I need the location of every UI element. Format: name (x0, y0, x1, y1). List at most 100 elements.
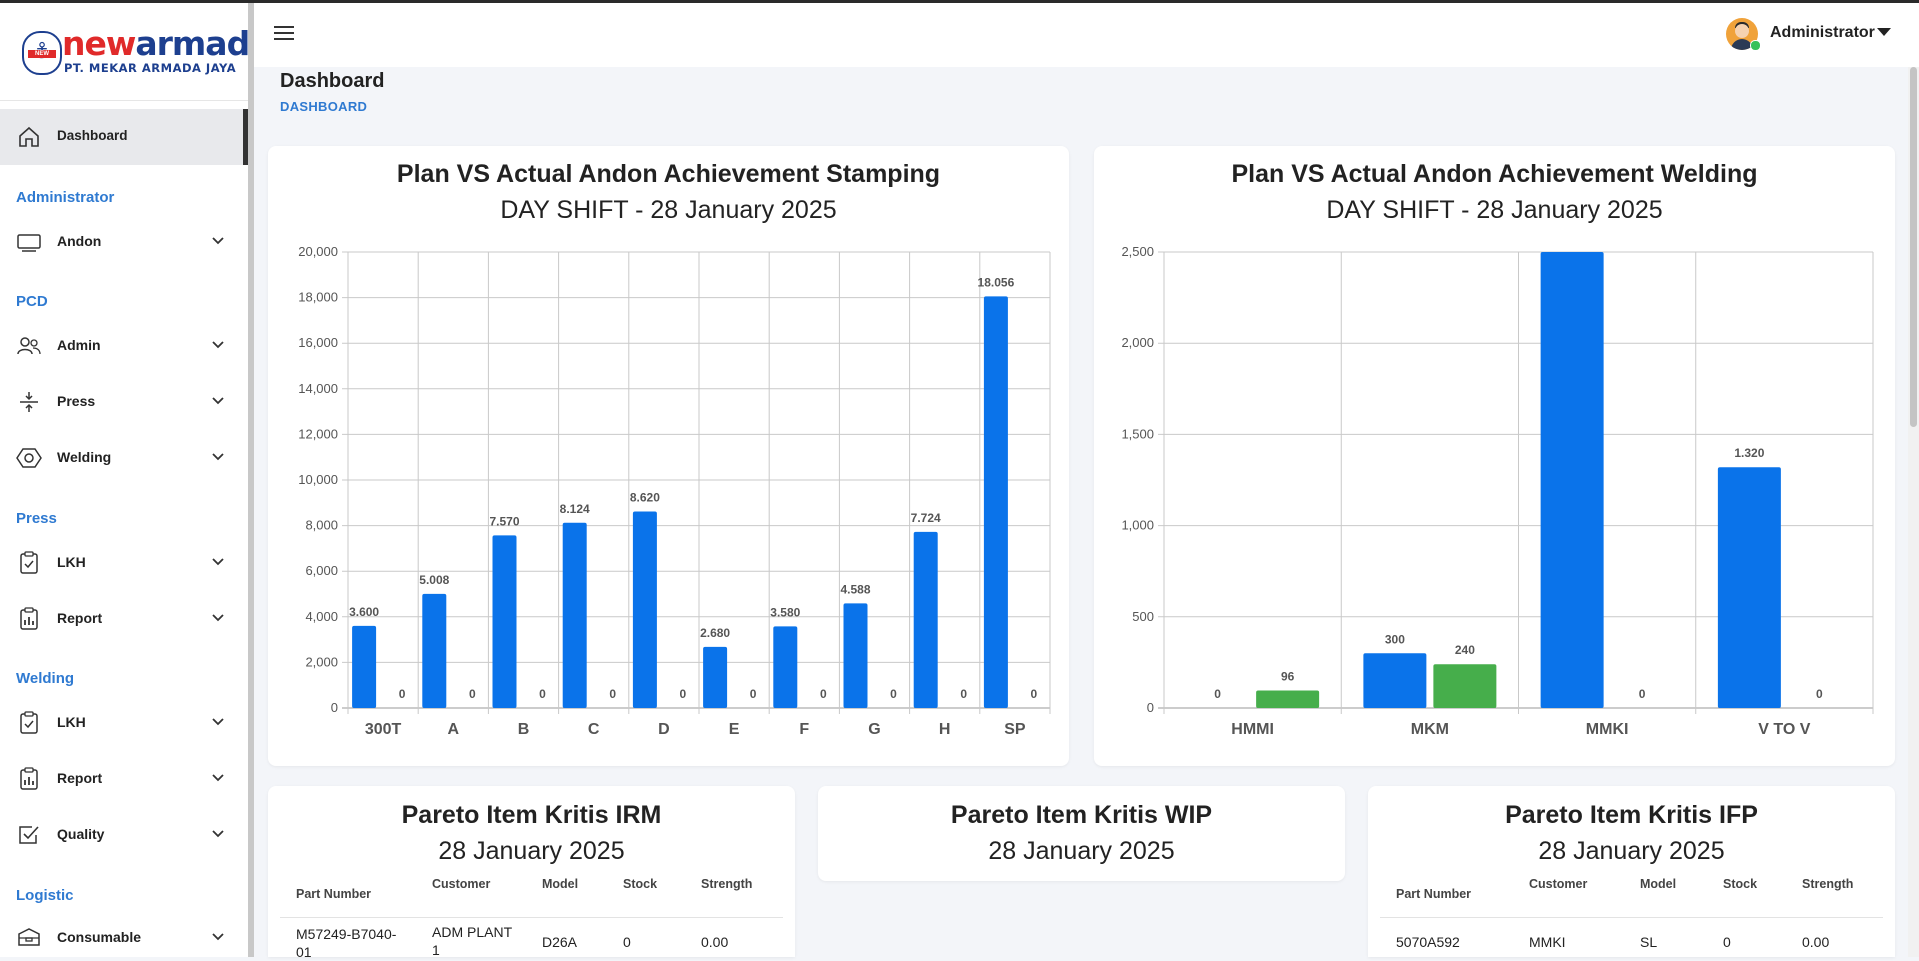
brand-logo[interactable]: ⚓ NEW newarmada PT. MEKAR ARMADA JAYA (22, 27, 248, 77)
column-header[interactable]: Customer (1529, 877, 1587, 891)
data-label: 5.008 (419, 573, 449, 587)
data-label: 8.620 (630, 490, 660, 504)
welding-chart: 0 500 1,000 1,500 2,000 2,500 0 96 HMMI 300 240 MKM… (1121, 244, 1874, 738)
sidebar-item-welding[interactable]: Welding (0, 438, 248, 478)
user-menu-name[interactable]: Administrator (1770, 24, 1875, 42)
cell-part-number: M57249-B7040-01 (296, 926, 397, 960)
data-label: 7.724 (911, 511, 941, 525)
bar (352, 625, 377, 708)
sidebar-item-admin[interactable]: Admin (0, 326, 248, 366)
x-tick-label: C (588, 721, 600, 738)
x-tick-label: MKM (1411, 721, 1449, 738)
x-tick-label: H (939, 721, 951, 738)
sidebar-item-label: LKH (57, 554, 86, 570)
x-tick-label: E (729, 721, 740, 738)
y-tick-label: 20,000 (298, 244, 338, 259)
data-label: 0 (820, 687, 827, 701)
cell-stock: 0 (623, 934, 631, 950)
data-label: 7.570 (489, 514, 519, 528)
sidebar-item-dashboard-content[interactable]: Dashboard (0, 117, 248, 157)
column-header[interactable]: Model (542, 877, 578, 891)
data-label: 0 (1031, 687, 1038, 701)
emblem-text: NEW (28, 50, 56, 58)
data-label: 0 (399, 687, 406, 701)
x-tick-label: B (518, 721, 530, 738)
data-label: 4.588 (840, 582, 870, 596)
chevron-down-icon (212, 718, 224, 726)
data-label: 3.600 (349, 605, 379, 619)
card-subtitle: 28 January 2025 (438, 837, 625, 865)
x-tick-label: A (448, 721, 460, 738)
pareto-irm-card: Pareto Item Kritis IRM 28 January 2025 P… (268, 786, 795, 960)
chevron-down-icon (212, 237, 224, 245)
card-title: Pareto Item Kritis WIP (950, 801, 1213, 829)
column-header[interactable]: Part Number (296, 887, 371, 901)
card-title: Pareto Item Kritis IRM (401, 801, 662, 829)
x-tick-label: SP (1004, 721, 1026, 738)
clipboard-check-icon (20, 551, 38, 574)
sidebar-item-consumable[interactable]: Consumable (0, 918, 248, 957)
data-label: 2.680 (700, 626, 730, 640)
table-divider (280, 917, 783, 918)
column-header[interactable]: Model (1640, 877, 1676, 891)
sidebar-item-press-report[interactable]: Report (0, 599, 248, 639)
stamping-chart: 0 2,000 4,000 6,000 8,000 10,000 12,000 14,000 1… (298, 244, 1051, 738)
x-tick-label: MMKI (1586, 721, 1629, 738)
y-tick-label: 1,000 (1121, 518, 1154, 533)
y-tick-label: 0 (1147, 700, 1154, 715)
sidebar-item-andon[interactable]: Andon (0, 222, 248, 262)
data-label: 1.320 (1734, 446, 1764, 460)
chevron-down-icon (212, 933, 224, 941)
hamburger-icon[interactable] (274, 26, 294, 42)
y-tick-label: 500 (1132, 609, 1154, 624)
column-header[interactable]: Stock (1723, 877, 1757, 891)
sidebar-item-label: LKH (57, 714, 86, 730)
sidebar-item-press[interactable]: Press (0, 382, 248, 422)
x-tick-label: F (799, 721, 809, 738)
column-header[interactable]: Customer (432, 877, 490, 891)
bar (983, 296, 1008, 708)
chevron-down-icon (212, 774, 224, 782)
data-label: 0 (539, 687, 546, 701)
data-label: 96 (1281, 669, 1295, 683)
sidebar-item-press-lkh[interactable]: LKH (0, 543, 248, 583)
top-header (254, 3, 1919, 67)
sidebar-section-press: Press (16, 510, 57, 527)
sidebar: ⚓ NEW newarmada PT. MEKAR ARMADA JAYA Da… (0, 3, 249, 957)
sidebar-item-label: Quality (57, 826, 105, 842)
bar (843, 603, 868, 708)
x-tick-label: HMMI (1231, 721, 1274, 738)
y-tick-label: 8,000 (305, 518, 338, 533)
chevron-down-icon (212, 397, 224, 405)
cell-customer: MMKI (1529, 934, 1566, 950)
sidebar-section-pcd: PCD (16, 293, 48, 310)
y-tick-label: 0 (331, 700, 338, 715)
sidebar-item-welding-report[interactable]: Report (0, 759, 248, 799)
sidebar-scrollbar[interactable] (248, 3, 254, 957)
chevron-down-icon (212, 614, 224, 622)
bar (913, 531, 938, 708)
column-header[interactable]: Strength (701, 877, 752, 891)
caret-down-icon[interactable] (1877, 28, 1891, 36)
data-label: 8.124 (560, 502, 590, 516)
data-label: 0 (1816, 687, 1823, 701)
column-header[interactable]: Strength (1802, 877, 1853, 891)
bar (703, 646, 728, 708)
table-divider (1380, 917, 1883, 918)
data-label: 0 (1214, 687, 1221, 701)
sidebar-item-quality[interactable]: Quality (0, 815, 248, 855)
breadcrumb[interactable]: DASHBOARD (280, 99, 367, 114)
page-scrollbar-thumb[interactable] (1910, 67, 1917, 427)
column-header[interactable]: Part Number (1396, 887, 1471, 901)
y-tick-label: 1,500 (1121, 426, 1154, 441)
sidebar-item-label: Andon (57, 233, 102, 249)
box-icon (18, 928, 40, 946)
sidebar-item-label: Welding (57, 449, 112, 465)
bar (632, 511, 657, 708)
column-header[interactable]: Stock (623, 877, 657, 891)
bar (422, 593, 447, 708)
sidebar-item-label: Report (57, 770, 103, 786)
sidebar-item-welding-lkh[interactable]: LKH (0, 703, 248, 743)
cell-customer: ADM PLANT 1 (432, 924, 512, 958)
sidebar-item-label: Report (57, 610, 103, 626)
